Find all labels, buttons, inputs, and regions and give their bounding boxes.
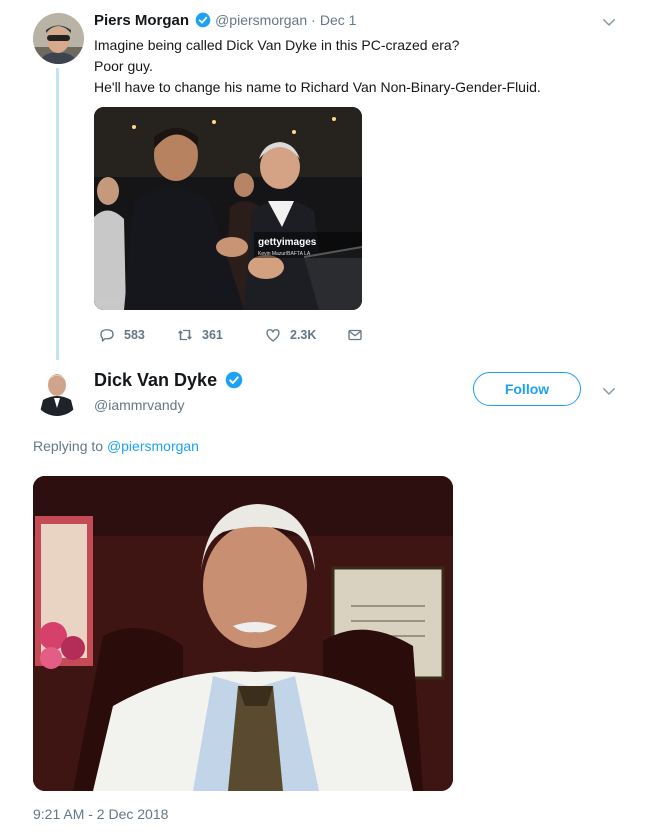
tweet-header: Piers Morgan @piersmorgan · Dec 1	[94, 12, 356, 29]
follow-button[interactable]: Follow	[473, 372, 581, 406]
reply-photo[interactable]	[33, 476, 453, 791]
tweet-actions: 583 361 2.3K	[94, 326, 394, 346]
like-icon	[266, 329, 280, 342]
like-count: 2.3K	[290, 328, 317, 342]
reply-button[interactable]: 583	[98, 326, 145, 344]
retweet-button[interactable]: 361	[176, 326, 223, 344]
replying-to-link[interactable]: @piersmorgan	[107, 438, 199, 454]
reply-author: Dick Van Dyke	[94, 370, 243, 391]
author-name[interactable]: Piers Morgan	[94, 12, 189, 29]
reply-timestamp[interactable]: 9:21 AM - 2 Dec 2018	[33, 806, 168, 822]
piers-morgan-avatar[interactable]	[33, 13, 84, 64]
reply-count: 583	[124, 328, 145, 342]
reply-author-name[interactable]: Dick Van Dyke	[94, 370, 217, 390]
replying-to: Replying to @piersmorgan	[33, 438, 199, 454]
verified-icon	[225, 371, 243, 389]
chevron-down-icon[interactable]	[600, 382, 618, 400]
like-button[interactable]: 2.3K	[264, 326, 316, 344]
reply-icon	[100, 329, 114, 342]
photo-id: 80799474	[98, 302, 120, 308]
tweet-text-line: Imagine being called Dick Van Dyke in th…	[94, 37, 460, 53]
author-handle[interactable]: @piersmorgan	[215, 12, 307, 28]
replying-to-prefix: Replying to	[33, 438, 104, 454]
dick-van-dyke-avatar[interactable]	[33, 368, 81, 416]
getty-credit: Kevin Mazur/BAFTA LA	[258, 251, 311, 257]
tweet-text-line: Poor guy.	[94, 58, 153, 74]
tweet-text-line: He'll have to change his name to Richard…	[94, 79, 541, 95]
getty-watermark: gettyimages	[258, 237, 317, 248]
verified-icon	[195, 12, 211, 28]
separator-dot: ·	[311, 12, 316, 28]
reply-author-handle[interactable]: @iammrvandy	[94, 397, 184, 413]
direct-message-button[interactable]	[346, 326, 364, 344]
retweet-count: 361	[202, 328, 223, 342]
message-icon	[348, 329, 362, 341]
tweet-photo[interactable]: gettyimages Kevin Mazur/BAFTA LA 8079947…	[94, 107, 362, 310]
chevron-down-icon[interactable]	[600, 13, 618, 31]
thread-line	[56, 68, 59, 360]
tweet-date[interactable]: Dec 1	[320, 12, 357, 28]
retweet-icon	[178, 329, 192, 341]
